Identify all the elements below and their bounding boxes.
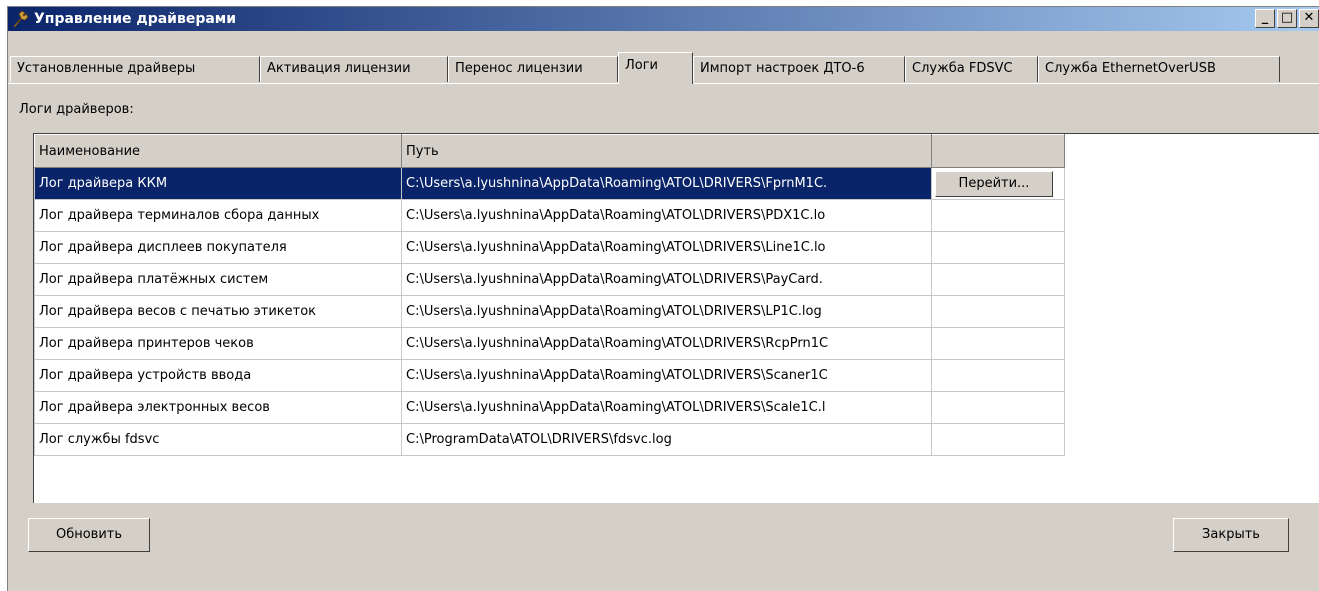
log-action-cell[interactable] [931, 359, 1065, 392]
log-path-cell[interactable]: C:\Users\a.lyushnina\AppData\Roaming\ATO… [401, 359, 932, 392]
tab-license-transfer[interactable]: Перенос лицензии [448, 56, 618, 82]
log-path-cell[interactable]: C:\Users\a.lyushnina\AppData\Roaming\ATO… [401, 295, 932, 328]
table-row[interactable]: Лог драйвера устройств ввода C:\Users\a.l… [34, 359, 1065, 392]
log-name-cell[interactable]: Лог драйвера терминалов сбора данных [34, 199, 402, 232]
log-path-cell[interactable]: C:\Users\a.lyushnina\AppData\Roaming\ATO… [401, 327, 932, 360]
main-window: Управление драйверами _ □ ✕ Установленны… [7, 6, 1319, 591]
log-path-cell[interactable]: C:\Users\a.lyushnina\AppData\Roaming\ATO… [401, 167, 932, 200]
wrench-icon [11, 10, 29, 28]
window-controls: _ □ ✕ [1255, 9, 1319, 28]
log-name-cell[interactable]: Лог драйвера весов с печатью этикеток [34, 295, 402, 328]
log-path-cell[interactable]: C:\Users\a.lyushnina\AppData\Roaming\ATO… [401, 231, 932, 264]
logs-section-label: Логи драйверов: [19, 102, 134, 117]
log-action-cell[interactable] [931, 263, 1065, 296]
log-name-cell[interactable]: Лог драйвера электронных весов [34, 391, 402, 424]
log-action-cell[interactable] [931, 423, 1065, 456]
table-row[interactable]: Лог драйвера дисплеев покупателя C:\Users… [34, 231, 1065, 264]
log-name-cell[interactable]: Лог драйвера ККМ [34, 167, 402, 200]
column-header-name[interactable]: Наименование [34, 134, 402, 168]
maximize-button[interactable]: □ [1277, 9, 1297, 28]
log-path-cell[interactable]: C:\Users\a.lyushnina\AppData\Roaming\ATO… [401, 391, 932, 424]
window-title: Управление драйверами [34, 11, 237, 27]
column-header-path[interactable]: Путь [401, 134, 932, 168]
tab-ethernetoverusb-service[interactable]: Служба EthernetOverUSB [1038, 56, 1280, 82]
table-row[interactable]: Лог драйвера принтеров чеков C:\Users\a.l… [34, 327, 1065, 360]
log-name-cell[interactable]: Лог службы fdsvc [34, 423, 402, 456]
log-action-cell[interactable] [931, 391, 1065, 424]
title-bar[interactable]: Управление драйверами _ □ ✕ [8, 7, 1319, 31]
log-action-cell[interactable] [931, 199, 1065, 232]
logs-table: Наименование Путь Лог драйвера ККМ C:\Use… [34, 134, 1065, 456]
logs-grid[interactable]: Наименование Путь Лог драйвера ККМ C:\Use… [33, 133, 1319, 503]
log-action-cell[interactable] [931, 231, 1065, 264]
close-button[interactable]: Закрыть [1173, 518, 1289, 552]
log-path-cell[interactable]: C:\Users\a.lyushnina\AppData\Roaming\ATO… [401, 199, 932, 232]
refresh-button[interactable]: Обновить [28, 518, 150, 552]
tab-license-activation[interactable]: Активация лицензии [260, 56, 448, 82]
minimize-button[interactable]: _ [1255, 9, 1275, 28]
log-name-cell[interactable]: Лог драйвера принтеров чеков [34, 327, 402, 360]
close-window-button[interactable]: ✕ [1299, 9, 1319, 28]
log-action-cell[interactable] [931, 295, 1065, 328]
log-name-cell[interactable]: Лог драйвера платёжных систем [34, 263, 402, 296]
log-name-cell[interactable]: Лог драйвера устройств ввода [34, 359, 402, 392]
table-row[interactable]: Лог драйвера платёжных систем C:\Users\a.… [34, 263, 1065, 296]
table-row[interactable]: Лог службы fdsvc C:\ProgramData\ATOL\DRIV… [34, 423, 1065, 456]
log-path-cell[interactable]: C:\Users\a.lyushnina\AppData\Roaming\ATO… [401, 263, 932, 296]
log-name-cell[interactable]: Лог драйвера дисплеев покупателя [34, 231, 402, 264]
tab-fdsvc-service[interactable]: Служба FDSVC [905, 56, 1038, 82]
log-action-cell[interactable] [931, 327, 1065, 360]
table-row[interactable]: Лог драйвера весов с печатью этикеток C:\… [34, 295, 1065, 328]
table-row[interactable]: Лог драйвера ККМ C:\Users\a.lyushnina\App… [34, 167, 1065, 200]
tab-logs[interactable]: Логи [618, 52, 693, 84]
tab-installed-drivers[interactable]: Установленные драйверы [10, 56, 260, 82]
tab-strip: Установленные драйверы Активация лицензи… [8, 33, 1319, 84]
tab-import-dto6[interactable]: Импорт настроек ДТО-6 [693, 56, 905, 82]
table-row[interactable]: Лог драйвера терминалов сбора данных C:\U… [34, 199, 1065, 232]
table-header-row: Наименование Путь [34, 134, 1065, 168]
column-header-action[interactable] [931, 134, 1065, 168]
log-path-cell[interactable]: C:\ProgramData\ATOL\DRIVERS\fdsvc.log [401, 423, 932, 456]
table-row[interactable]: Лог драйвера электронных весов C:\Users\a… [34, 391, 1065, 424]
log-action-cell[interactable]: Перейти... [931, 167, 1065, 200]
open-log-button[interactable]: Перейти... [935, 170, 1053, 197]
